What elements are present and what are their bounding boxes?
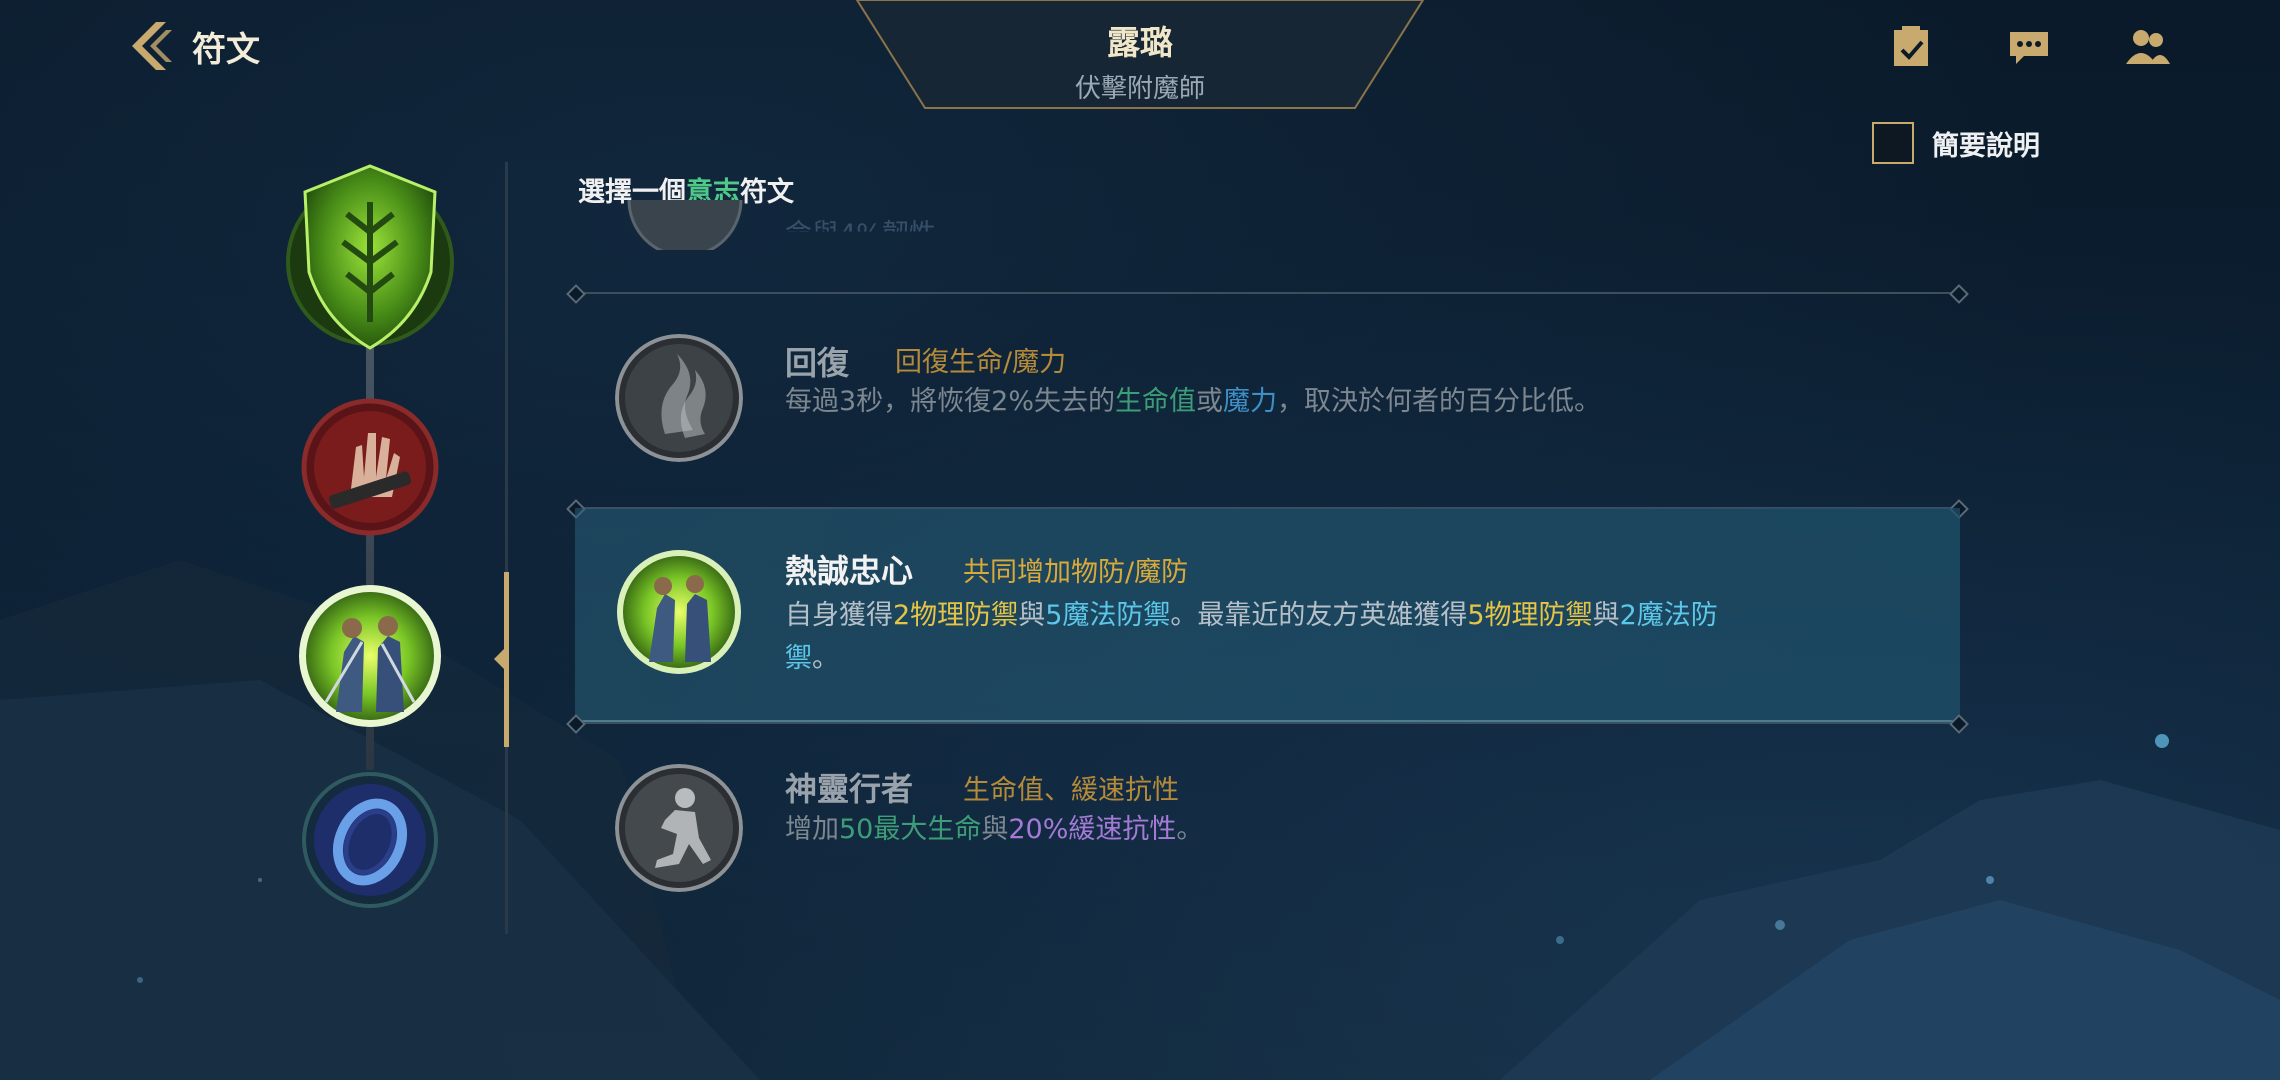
rune-description: 自身獲得2物理防禦與5魔法防禦。最靠近的友方英雄獲得5物理防禦與2魔法防禦。: [785, 594, 1765, 680]
rune-description: 每過3秒，將恢復2%失去的生命值或魔力，取決於何者的百分比低。: [785, 380, 1765, 423]
rune-tag: 共同增加物防/魔防: [963, 557, 1189, 588]
rune-option-revitalize[interactable]: 回復 回復生命/魔力 每過3秒，將恢復2%失去的生命值或魔力，取決於何者的百分比…: [575, 320, 1960, 500]
resolve-keystone-shield-icon[interactable]: [285, 162, 455, 352]
chevron-left-icon: [132, 22, 172, 70]
checklist-icon[interactable]: [1888, 24, 1934, 70]
rune-option-unflinching[interactable]: 神靈行者 生命值、緩速抗性 增加50最大生命與20%緩速抗性。: [575, 740, 1960, 920]
description-segment: 與: [1592, 600, 1620, 631]
selection-pointer-icon: [494, 647, 506, 671]
row-separator: [575, 292, 1960, 294]
spirit-walker-rune-icon: [615, 764, 743, 892]
rune-tag: 回復生命/魔力: [895, 347, 1067, 378]
chat-icon[interactable]: [2006, 24, 2052, 70]
rune-name: 回復: [785, 344, 850, 382]
description-segment: 。: [812, 643, 839, 674]
revitalize-rune-icon: [615, 334, 743, 462]
description-segment: 自身獲得: [785, 600, 893, 631]
description-segment: 5魔法防禦: [1045, 600, 1171, 631]
rune-option-fervent-loyalty[interactable]: 熱誠忠心 共同增加物防/魔防 自身獲得2物理防禦與5魔法防禦。最靠近的友方英雄獲…: [575, 508, 1960, 722]
description-segment: 與: [981, 814, 1009, 845]
friends-icon[interactable]: [2124, 24, 2170, 70]
partial-rune-description: 命與4%韌性。: [785, 219, 963, 250]
description-segment: 5物理防禦: [1467, 600, 1593, 631]
description-segment: 增加: [785, 814, 839, 845]
champion-banner: 露璐 伏擊附魔師: [855, 0, 1425, 110]
rune-description: 增加50最大生命與20%緩速抗性。: [785, 808, 1765, 851]
description-segment: ，取決於何者的百分比低。: [1277, 386, 1602, 417]
champion-name: 露璐: [1107, 23, 1173, 62]
description-segment: 魔力: [1223, 386, 1278, 417]
rune-name: 神靈行者: [785, 770, 914, 808]
page-title: 符文: [192, 29, 260, 70]
rune-tag: 生命值、緩速抗性: [963, 775, 1179, 806]
brief-checkbox[interactable]: [1872, 122, 1914, 164]
fervent-loyalty-rune-icon: [617, 550, 741, 674]
rune-name: 熱誠忠心: [785, 552, 914, 590]
grasp-hand-rune-icon[interactable]: [300, 397, 440, 537]
description-segment: 生命值: [1115, 386, 1197, 417]
description-segment: 。最靠近的友方英雄獲得: [1170, 600, 1468, 631]
description-segment: 與: [1018, 600, 1046, 631]
hidden-rune-icon-remnant: [627, 200, 743, 250]
description-segment: 2物理防禦: [893, 600, 1019, 631]
row-separator: [575, 722, 1960, 724]
description-segment: 每過3秒，將恢復2%失去的: [785, 386, 1116, 417]
ring-rune-icon[interactable]: [300, 770, 440, 910]
brief-label: 簡要說明: [1932, 130, 2040, 162]
description-segment: 20%緩速抗性: [1008, 814, 1177, 845]
fervent-loyalty-rune-icon[interactable]: [296, 582, 444, 730]
top-icon-bar: [1888, 24, 2170, 70]
champion-role: 伏擊附魔師: [1074, 74, 1205, 104]
description-segment: 或: [1196, 386, 1224, 417]
description-segment: 50最大生命: [839, 814, 982, 845]
brief-description-toggle[interactable]: 簡要說明: [1872, 122, 2040, 164]
back-button[interactable]: 符文: [126, 18, 260, 74]
rail-divider: [505, 162, 508, 934]
description-segment: 。: [1176, 814, 1204, 845]
